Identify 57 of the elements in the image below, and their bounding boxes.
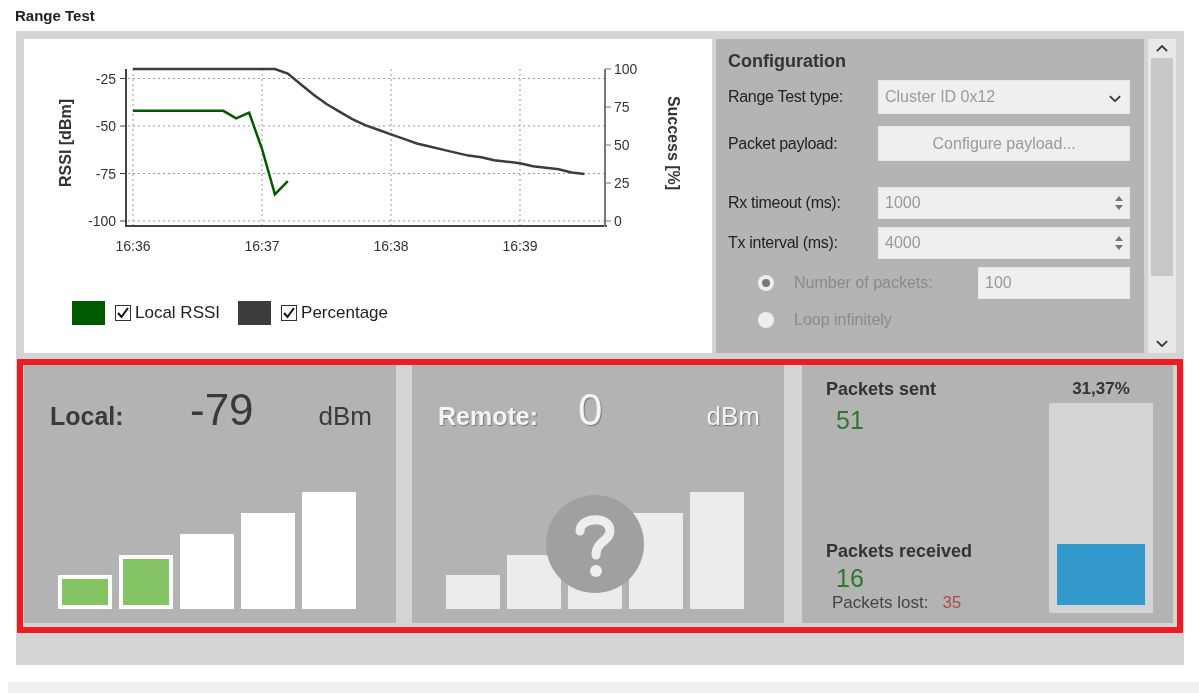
legend-swatch <box>72 301 105 325</box>
tick-label: -75 <box>95 165 116 182</box>
packets-lost-label: Packets lost: <box>832 593 929 613</box>
legend-checkbox[interactable] <box>281 305 298 321</box>
chevron-down-icon[interactable] <box>1109 94 1122 102</box>
configure-button[interactable]: Configure payload... <box>878 126 1131 161</box>
radio-button[interactable] <box>758 312 774 328</box>
spin-down-icon[interactable] <box>1115 205 1124 210</box>
legend-label: Percentage <box>301 303 388 323</box>
section-title: Range Test <box>14 6 96 26</box>
number-field[interactable]: 4000 <box>878 227 1131 259</box>
signal-label: Local: <box>50 402 125 431</box>
packets-count: 51 <box>836 406 865 435</box>
tick-label: 0 <box>614 213 622 229</box>
panel-title: Configuration <box>728 51 847 72</box>
tick-label: 25 <box>614 175 630 191</box>
tick-label: 75 <box>614 99 630 115</box>
packets-count: 16 <box>836 564 865 593</box>
dropdown[interactable]: Cluster ID 0x12 <box>878 80 1131 114</box>
success-percentage: 31,37% <box>1072 379 1130 399</box>
legend-label: Local RSSI <box>135 303 221 323</box>
number-field[interactable]: 100 <box>978 267 1131 299</box>
spin-up-icon[interactable] <box>1115 196 1124 201</box>
scrollbar[interactable] <box>1148 39 1176 353</box>
spin-up-icon[interactable] <box>1115 236 1124 241</box>
tick-label: 16:39 <box>502 238 538 254</box>
axis-title: Success [%] <box>665 95 682 191</box>
tick-label: -100 <box>87 213 116 229</box>
scroll-up-icon[interactable] <box>1156 45 1169 53</box>
legend-checkbox[interactable] <box>115 305 131 321</box>
signal-unit: dBm <box>706 401 760 432</box>
packets-lost-count: 35 <box>942 593 962 613</box>
signal-value: -79 <box>190 385 255 435</box>
field-label: Rx timeout (ms): <box>728 194 842 212</box>
tick-label: 100 <box>614 61 638 77</box>
tick-label: 16:37 <box>244 238 280 254</box>
packets-label: Packets sent <box>826 379 938 400</box>
radio-button[interactable] <box>758 275 774 291</box>
field-label: Range Test type: <box>728 88 844 106</box>
spin-down-icon[interactable] <box>1115 245 1124 250</box>
tick-label: 16:38 <box>373 238 409 254</box>
scrollbar-thumb[interactable] <box>1151 58 1174 277</box>
tick-label: -25 <box>95 70 116 87</box>
legend-swatch <box>238 301 272 325</box>
signal-unit: dBm <box>318 401 372 432</box>
signal-value: 0 <box>578 385 604 435</box>
axis-title: RSSI [dBm] <box>57 99 74 187</box>
packets-label: Packets received <box>826 541 974 562</box>
question-icon <box>546 495 644 593</box>
number-field[interactable]: 1000 <box>878 187 1131 219</box>
tick-label: -50 <box>95 118 116 134</box>
tick-label: 50 <box>614 137 630 153</box>
field-label: Tx interval (ms): <box>728 234 839 252</box>
signal-label: Remote: <box>438 402 539 431</box>
tick-label: 16:36 <box>115 238 151 254</box>
scroll-down-icon[interactable] <box>1156 339 1169 347</box>
field-label: Packet payload: <box>728 134 839 153</box>
